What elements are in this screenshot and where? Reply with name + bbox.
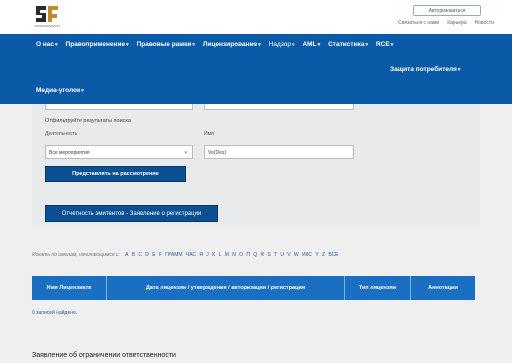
results-table-header: Имя Лицензиата Дата лицензии / утвержден… [32,276,475,300]
letter-link[interactable]: S [267,252,270,258]
letter-link[interactable]: ИКС [302,252,312,258]
top-links: Связаться с нами Карьера Новости [398,20,494,26]
letter-link[interactable]: A [125,252,128,258]
nav-item-enforcement[interactable]: Правоприменение▾ [66,41,129,48]
letter-link[interactable]: K [212,252,215,258]
letter-link[interactable]: T [274,252,277,258]
chevron-down-icon: ▾ [365,42,368,48]
column-header-licensee[interactable]: Имя Лицензиата [32,276,107,300]
alphabet-filter: Искать по именам, начинающимся с: A B C … [32,252,338,258]
letter-link[interactable]: ЧАС [186,252,196,258]
site-logo[interactable]: FINSUPERVISION [30,4,64,30]
logo-icon [36,6,58,22]
letter-link[interactable]: ВСЕ [328,252,338,258]
letter-link[interactable]: Y [315,252,318,258]
disclaimer-heading: Заявление об ограничении ответственности [32,352,176,359]
chevron-down-icon: ▾ [81,88,84,94]
letter-link[interactable]: Z [322,252,325,258]
letter-link[interactable]: L [219,252,222,258]
nav-row: О нас▾ Правоприменение▾ Правовые рамки▾ … [36,41,393,48]
nav-item-media[interactable]: Медиа-уголок▾ [36,87,84,94]
chevron-down-icon: ▾ [457,67,461,73]
contact-link[interactable]: Связаться с нами [398,20,439,26]
partial-input-right[interactable] [204,104,354,110]
nav-item-about[interactable]: О нас▾ [36,41,58,48]
alphabet-intro: Искать по именам, начинающимся с: [32,252,120,258]
top-header: FINSUPERVISION Авторизоваться Связаться … [0,0,512,34]
letter-link[interactable]: J [206,252,209,258]
letter-link[interactable]: U [280,252,284,258]
empty-results-text: 0 записей найдено. [32,310,78,316]
login-button[interactable]: Авторизоваться [413,5,481,16]
chevron-down-icon: ▾ [291,42,295,48]
letter-link[interactable]: W [294,252,299,258]
letter-link[interactable]: F [159,252,162,258]
nav-item-statistics[interactable]: Статистика▾ [328,41,368,48]
nav-item-licensing[interactable]: Лицензирование▾ [203,41,261,48]
partial-input-left[interactable] [45,104,193,110]
issuer-report-button[interactable]: Отчетность эмитентов - Заявление о регис… [45,205,218,222]
chevron-down-icon: ▾ [184,150,187,156]
name-input[interactable]: Vo(Des) [204,145,354,159]
letter-link[interactable]: C [138,252,142,258]
nav-item-consumer-protection[interactable]: Защита потребителя▾ [390,66,460,73]
letter-link[interactable]: B [132,252,135,258]
career-link[interactable]: Карьера [447,20,466,26]
chevron-down-icon: ▾ [55,42,58,48]
news-link[interactable]: Новости [475,20,494,26]
letter-link[interactable]: M [225,252,229,258]
filter-heading: Отфильтруйте результаты поиска [45,118,131,124]
column-header-annotations[interactable]: Аннотации [411,276,475,300]
letter-link[interactable]: V [287,252,290,258]
activity-label: Деятельность [45,131,78,137]
letter-link[interactable]: П [246,252,250,258]
letter-link[interactable]: Q [253,252,257,258]
column-header-license-type[interactable]: Тип лицензии [345,276,411,300]
chevron-down-icon: ▾ [258,42,261,48]
submit-button[interactable]: Представлять на рассмотрение [45,166,186,182]
nav-item-supervision[interactable]: Надзор▾ [269,41,295,48]
letter-link[interactable]: E [152,252,155,258]
letter-link[interactable]: ГРАММ [165,252,182,258]
activity-select-value: Все мероприятия [49,150,90,156]
letter-link[interactable]: D [145,252,149,258]
chevron-down-icon: ▾ [317,42,321,48]
nav-item-legal-framework[interactable]: Правовые рамки▾ [137,41,195,48]
main-nav: О нас▾ Правоприменение▾ Правовые рамки▾ … [0,34,512,104]
nav-item-rce[interactable]: RCE▾ [376,41,393,48]
chevron-down-icon: ▾ [126,42,129,48]
activity-select[interactable]: Все мероприятия ▾ [45,145,193,159]
letter-link[interactable]: Я [199,252,203,258]
nav-item-aml[interactable]: AML▾ [302,41,320,48]
name-label: Имя [204,131,214,137]
letter-link[interactable]: N [232,252,236,258]
letter-link[interactable]: R [260,252,264,258]
letter-link[interactable]: O [239,252,243,258]
chevron-down-icon: ▾ [390,42,394,48]
column-header-license-date[interactable]: Дата лицензии / утверждения / авторизаци… [107,276,345,300]
chevron-down-icon: ▾ [192,42,195,48]
logo-caption: FINSUPERVISION [34,24,60,28]
